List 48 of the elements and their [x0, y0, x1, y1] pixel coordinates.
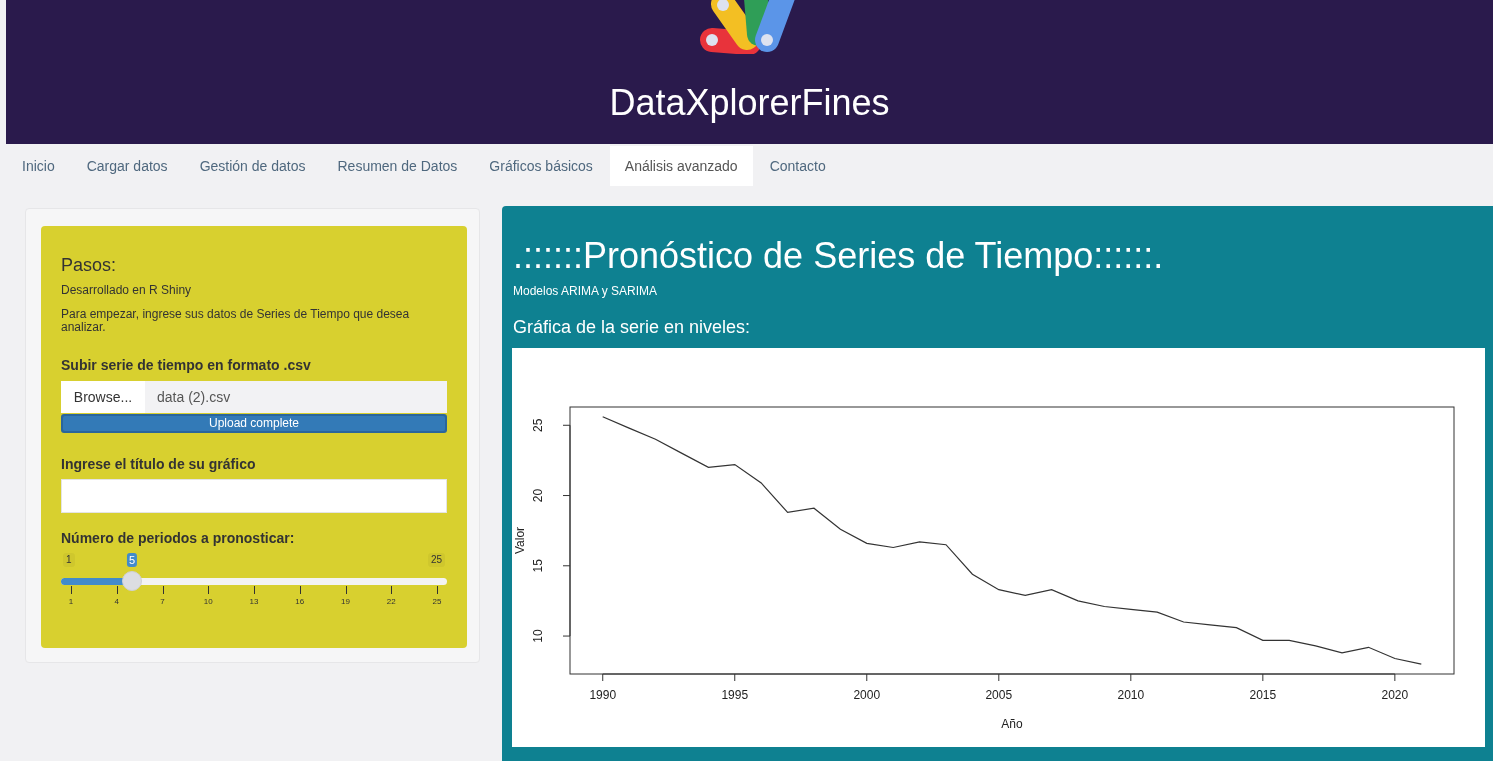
slider-tick-label: 19	[341, 597, 350, 607]
slider-thumb[interactable]	[122, 571, 142, 591]
slider-tick-label: 16	[295, 597, 305, 607]
y-tick-label: 10	[531, 629, 545, 643]
x-tick-label: 2015	[1249, 688, 1277, 702]
nav-tab[interactable]: Cargar datos	[71, 146, 183, 186]
nav-tab[interactable]: Contacto	[754, 146, 841, 186]
chart-title-field[interactable]	[61, 479, 447, 513]
slider-value-badge: 5	[126, 553, 138, 567]
slider-tick-label: 22	[386, 597, 396, 607]
nav-tab[interactable]: Inicio	[7, 146, 70, 186]
field-label: Ingrese el título de su gráfico	[61, 456, 257, 472]
y-tick-label: 15	[531, 559, 545, 573]
slider-max-label: 25	[427, 553, 445, 567]
slider-tick-label: 10	[203, 597, 213, 607]
y-tick-label: 20	[531, 488, 545, 503]
nav-tab[interactable]: Gráficos básicos	[474, 146, 608, 186]
steps-note: Desarrollado en R Shiny	[61, 283, 193, 297]
slider-tick-label: 1	[68, 597, 74, 607]
slider-track[interactable]	[61, 571, 447, 591]
x-tick-label: 1995	[721, 688, 749, 702]
progress-text: Upload complete	[208, 415, 300, 432]
slider-tick-label: 25	[432, 597, 442, 607]
steps-heading: Pasos:	[61, 255, 118, 275]
field-label: Número de periodos a pronosticar:	[61, 530, 296, 546]
forecast-title: .::::::Pronóstico de Series de Tiempo::::::.	[512, 236, 1165, 276]
nav-tab[interactable]: Resumen de Datos	[322, 146, 473, 186]
x-axis-title: Año	[1001, 717, 1023, 731]
x-tick-label: 2010	[1117, 688, 1145, 702]
y-axis-title: Valor	[513, 526, 527, 555]
x-tick-label: 1990	[589, 688, 617, 702]
nav-tab[interactable]: Gestión de datos	[184, 146, 321, 186]
nav-tab[interactable]: Análisis avanzado	[609, 146, 753, 186]
forecast-subtitle: Modelos ARIMA y SARIMA	[512, 285, 659, 297]
field-label: Subir serie de tiempo en formato .csv	[61, 357, 312, 373]
file-name-field[interactable]: data (2).csv	[145, 381, 447, 413]
steps-note: Para empezar, ingrese sus datos de Series de Tiempo que desea analizar.	[61, 308, 411, 334]
app-title: DataXplorerFines	[609, 83, 890, 123]
x-tick-label: 2005	[985, 688, 1013, 702]
x-tick-label: 2000	[853, 688, 881, 702]
browse-button[interactable]: Browse...	[61, 381, 145, 413]
slider-tick-label: 7	[160, 597, 165, 607]
x-tick-label: 2020	[1381, 688, 1409, 702]
chart-heading: Gráfica de la serie en niveles:	[512, 317, 752, 337]
slider-min-label: 1	[63, 553, 75, 567]
slider-tick-label: 13	[249, 597, 259, 607]
slider-tick-label: 4	[114, 597, 119, 607]
y-tick-label: 25	[531, 418, 545, 432]
